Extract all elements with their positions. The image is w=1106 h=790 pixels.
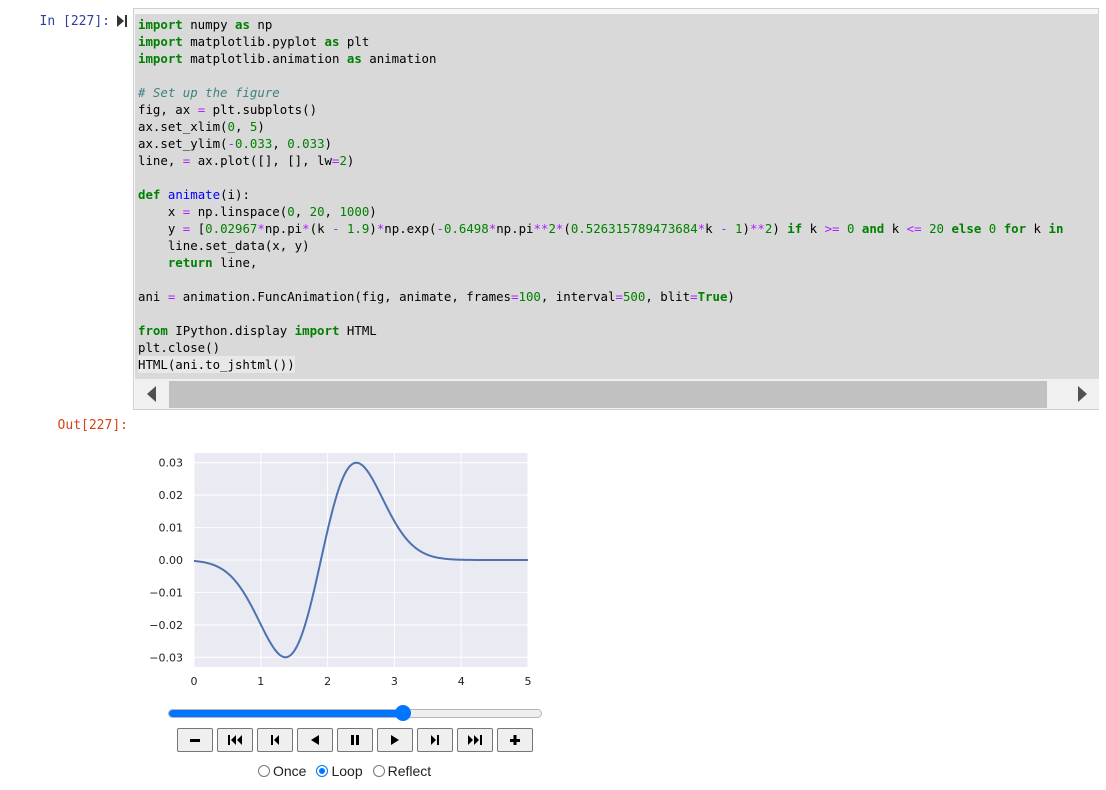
x-tick-label: 2 <box>324 675 331 688</box>
code-line[interactable]: def animate(i): <box>138 186 1063 203</box>
decrease-speed-button[interactable] <box>177 728 213 752</box>
code-line[interactable] <box>138 67 1063 84</box>
x-tick-label: 0 <box>191 675 198 688</box>
minus-icon <box>188 733 202 747</box>
input-prompt: In [227]: <box>39 14 110 29</box>
code-line[interactable]: # Set up the figure <box>138 84 1063 101</box>
loop-mode-options: Once Loop Reflect <box>258 763 431 779</box>
horizontal-scrollbar[interactable] <box>135 379 1099 409</box>
code-editor[interactable]: import numpy as np import matplotlib.pypl… <box>135 14 1099 380</box>
code-line[interactable]: ax.set_ylim(-0.033, 0.033) <box>138 135 1063 152</box>
playback-controls <box>177 728 533 752</box>
code-line[interactable]: return line, <box>138 254 1063 271</box>
run-cell-icon[interactable] <box>116 14 128 28</box>
radio-label: Once <box>273 763 307 779</box>
x-tick-label: 1 <box>257 675 264 688</box>
code-line[interactable] <box>138 305 1063 322</box>
code-line[interactable]: fig, ax = plt.subplots() <box>138 101 1063 118</box>
loop-option-loop[interactable]: Loop <box>316 763 363 779</box>
code-text[interactable]: import numpy as np import matplotlib.pypl… <box>138 16 1063 373</box>
code-line[interactable]: line.set_data(x, y) <box>138 237 1063 254</box>
loop-option-once[interactable]: Once <box>258 763 306 779</box>
code-line[interactable]: y = [0.02967*np.pi*(k - 1.9)*np.exp(-0.6… <box>138 220 1064 237</box>
radio-button[interactable] <box>316 765 329 777</box>
radio-label: Loop <box>331 763 363 779</box>
first-frame-button[interactable] <box>217 728 253 752</box>
code-line[interactable]: import matplotlib.animation as animation <box>138 50 1063 67</box>
x-tick-label: 3 <box>391 675 398 688</box>
slider-thumb[interactable] <box>395 705 412 721</box>
next-frame-button[interactable] <box>417 728 453 752</box>
frame-slider[interactable] <box>168 704 542 722</box>
y-tick-label: 0.03 <box>159 457 184 470</box>
code-line[interactable] <box>138 169 1063 186</box>
y-tick-label: −0.01 <box>149 586 183 599</box>
x-tick-label: 4 <box>458 675 465 688</box>
plus-icon <box>508 733 522 747</box>
y-tick-label: −0.02 <box>149 619 183 632</box>
y-tick-label: 0.00 <box>159 554 184 567</box>
code-line[interactable]: x = np.linspace(0, 20, 1000) <box>138 203 1063 220</box>
play-button[interactable] <box>377 728 413 752</box>
output-prompt: Out[227]: <box>57 418 128 433</box>
code-line[interactable]: import matplotlib.pyplot as plt <box>138 33 1063 50</box>
code-line[interactable]: ax.set_xlim(0, 5) <box>138 118 1063 135</box>
code-line[interactable]: from IPython.display import HTML <box>138 322 1063 339</box>
code-line[interactable]: ani = animation.FuncAnimation(fig, anima… <box>138 288 1063 305</box>
code-line[interactable]: line, = ax.plot([], [], lw=2) <box>138 152 1063 169</box>
code-cell[interactable]: import numpy as np import matplotlib.pypl… <box>133 8 1099 410</box>
play-icon <box>388 733 402 747</box>
scrollbar-thumb[interactable] <box>169 381 1047 408</box>
play-reverse-icon <box>308 733 322 747</box>
y-tick-label: −0.03 <box>149 651 183 664</box>
x-tick-label: 5 <box>525 675 532 688</box>
code-line[interactable]: HTML(ani.to_jshtml()) <box>138 356 1063 373</box>
scroll-right-icon[interactable] <box>1078 386 1087 402</box>
play-reverse-button[interactable] <box>297 728 333 752</box>
radio-label: Reflect <box>387 763 432 779</box>
increase-speed-button[interactable] <box>497 728 533 752</box>
last-frame-button[interactable] <box>457 728 493 752</box>
animation-chart: 0 1 2 3 4 5 0.03 0.02 0.01 0.00 −0.01 −0.02 −0.03 <box>149 453 532 688</box>
radio-button[interactable] <box>372 765 385 777</box>
slider-fill <box>169 710 404 717</box>
code-line[interactable] <box>138 271 1063 288</box>
skip-first-icon <box>227 733 243 747</box>
radio-button[interactable] <box>258 765 270 777</box>
previous-frame-button[interactable] <box>257 728 293 752</box>
loop-option-reflect[interactable]: Reflect <box>372 763 432 779</box>
y-tick-label: 0.02 <box>159 489 184 502</box>
pause-button[interactable] <box>337 728 373 752</box>
pause-icon <box>348 733 362 747</box>
scroll-left-icon[interactable] <box>147 386 156 402</box>
step-back-icon <box>268 733 282 747</box>
step-forward-icon <box>428 733 442 747</box>
skip-last-icon <box>467 733 483 747</box>
y-tick-label: 0.01 <box>159 522 184 535</box>
code-line[interactable]: plt.close() <box>138 339 1063 356</box>
code-line[interactable]: import numpy as np <box>138 16 1063 33</box>
